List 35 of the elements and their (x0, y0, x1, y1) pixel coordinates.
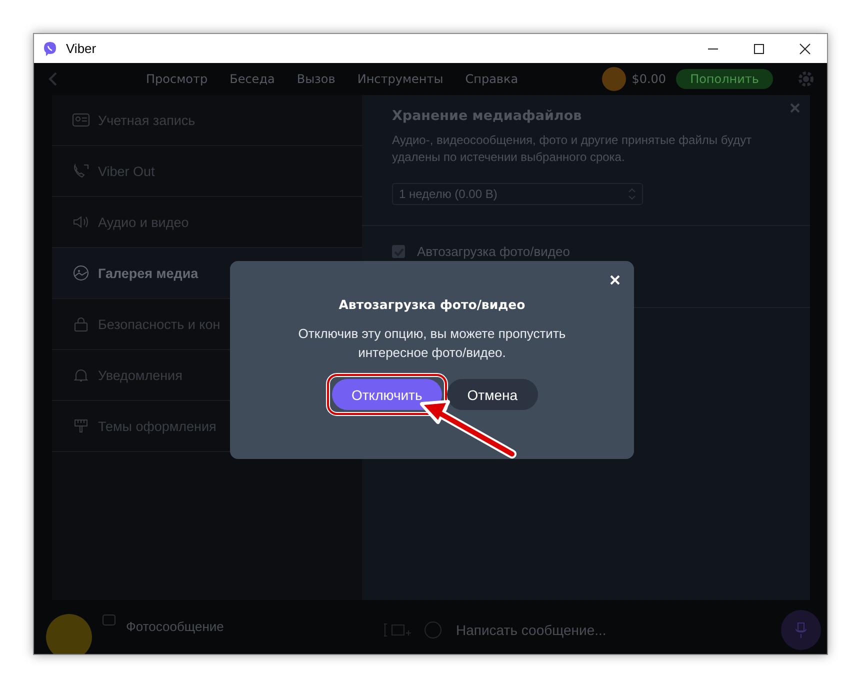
menu-item[interactable]: Инструменты (357, 72, 444, 86)
coin-avatar-icon (602, 67, 626, 91)
settings-icon[interactable] (797, 70, 815, 88)
avatar (46, 614, 92, 654)
image-icon (102, 614, 116, 626)
contact-card-icon (72, 112, 90, 128)
speaker-icon (72, 214, 90, 230)
brush-icon (72, 418, 90, 434)
window-title: Viber (66, 41, 96, 56)
bell-icon (72, 367, 90, 383)
last-message-preview: Фотосообщение (126, 619, 224, 634)
close-icon[interactable] (799, 42, 811, 54)
menu-item[interactable]: Просмотр (146, 72, 208, 86)
maximize-icon[interactable] (753, 42, 765, 54)
section-description: Аудио-, видеосообщения, фото и другие принятые файлы будут удалены по истечении выбранного срока. (392, 132, 753, 166)
storage-period-select[interactable]: 1 неделю (0.00 B) (392, 183, 643, 205)
checkbox-label: Автозагрузка фото/видео (417, 244, 570, 259)
chevron-updown-icon (628, 188, 636, 200)
top-up-button[interactable]: Пополнить (676, 69, 773, 89)
menu-item[interactable]: Беседа (230, 72, 275, 86)
sticker-icon[interactable] (424, 621, 442, 639)
section-title: Хранение медиафайлов (392, 108, 583, 124)
viber-logo-icon (42, 40, 58, 56)
balance-amount: $0.00 (632, 72, 666, 86)
phone-icon (72, 163, 90, 179)
menu-item[interactable]: Справка (465, 72, 518, 86)
checkbox[interactable] (392, 245, 405, 258)
cancel-button[interactable]: Отмена (447, 379, 538, 410)
disable-button[interactable]: Отключить (332, 379, 442, 410)
menu-item[interactable]: Вызов (296, 72, 336, 86)
lock-icon (72, 316, 90, 332)
image-icon (72, 265, 90, 281)
message-input-field[interactable]: Написать сообщение... (454, 621, 769, 639)
microphone-button-icon[interactable] (781, 610, 821, 650)
attachment-icon[interactable] (382, 621, 412, 639)
